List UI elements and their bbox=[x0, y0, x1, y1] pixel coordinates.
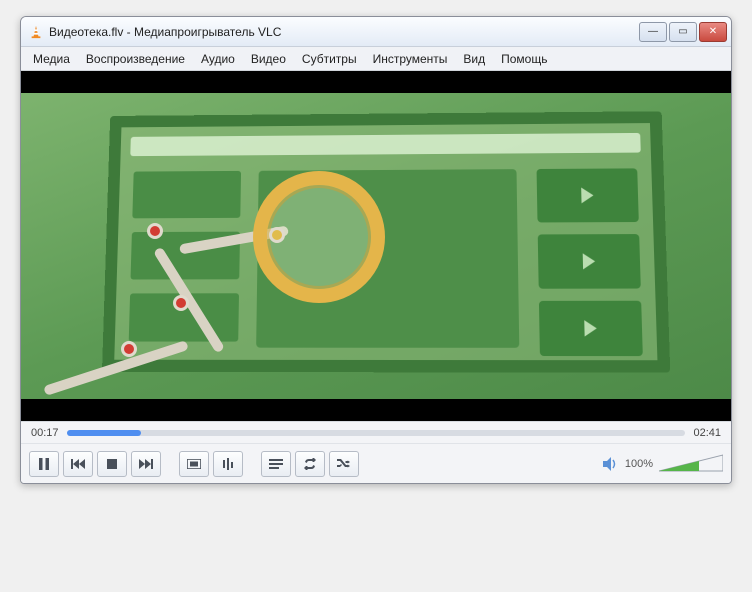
window-title: Видеотека.flv - Медиапроигрыватель VLC bbox=[49, 25, 639, 39]
equalizer-icon bbox=[222, 458, 234, 470]
volume-group: 100% bbox=[603, 453, 723, 475]
menu-help[interactable]: Помощь bbox=[493, 50, 555, 68]
titlebar[interactable]: Видеотека.flv - Медиапроигрыватель VLC —… bbox=[21, 17, 731, 47]
loop-icon bbox=[303, 458, 317, 470]
playlist-button[interactable] bbox=[261, 451, 291, 477]
menu-view[interactable]: Вид bbox=[455, 50, 493, 68]
volume-percent: 100% bbox=[625, 458, 653, 470]
menubar: Медиа Воспроизведение Аудио Видео Субтит… bbox=[21, 47, 731, 71]
extended-settings-button[interactable] bbox=[213, 451, 243, 477]
video-frame bbox=[21, 93, 731, 399]
app-window: Видеотека.flv - Медиапроигрыватель VLC —… bbox=[20, 16, 732, 484]
next-button[interactable] bbox=[131, 451, 161, 477]
pause-button[interactable] bbox=[29, 451, 59, 477]
speaker-icon[interactable] bbox=[603, 457, 619, 471]
volume-slider[interactable] bbox=[659, 453, 723, 475]
skip-forward-icon bbox=[139, 459, 153, 469]
menu-video[interactable]: Видео bbox=[243, 50, 294, 68]
controls-bar: 100% bbox=[21, 443, 731, 483]
seek-bar[interactable] bbox=[67, 430, 686, 436]
menu-tools[interactable]: Инструменты bbox=[365, 50, 456, 68]
shuffle-icon bbox=[337, 458, 351, 470]
fullscreen-button[interactable] bbox=[179, 451, 209, 477]
close-button[interactable]: ✕ bbox=[699, 22, 727, 42]
stop-button[interactable] bbox=[97, 451, 127, 477]
vlc-cone-icon bbox=[29, 25, 43, 39]
maximize-button[interactable]: ▭ bbox=[669, 22, 697, 42]
menu-media[interactable]: Медиа bbox=[25, 50, 78, 68]
video-area[interactable] bbox=[21, 71, 731, 421]
seek-progress bbox=[67, 430, 141, 436]
shuffle-button[interactable] bbox=[329, 451, 359, 477]
loop-button[interactable] bbox=[295, 451, 325, 477]
previous-button[interactable] bbox=[63, 451, 93, 477]
seek-row: 00:17 02:41 bbox=[21, 421, 731, 443]
fullscreen-icon bbox=[187, 459, 201, 469]
window-buttons: — ▭ ✕ bbox=[639, 22, 727, 42]
minimize-button[interactable]: — bbox=[639, 22, 667, 42]
time-total: 02:41 bbox=[693, 427, 721, 439]
pause-icon bbox=[38, 458, 50, 470]
stop-icon bbox=[107, 459, 117, 469]
menu-playback[interactable]: Воспроизведение bbox=[78, 50, 193, 68]
menu-audio[interactable]: Аудио bbox=[193, 50, 243, 68]
video-illustration bbox=[102, 111, 670, 372]
playlist-icon bbox=[269, 459, 283, 469]
time-current: 00:17 bbox=[31, 427, 59, 439]
menu-subtitle[interactable]: Субтитры bbox=[294, 50, 365, 68]
skip-back-icon bbox=[71, 459, 85, 469]
